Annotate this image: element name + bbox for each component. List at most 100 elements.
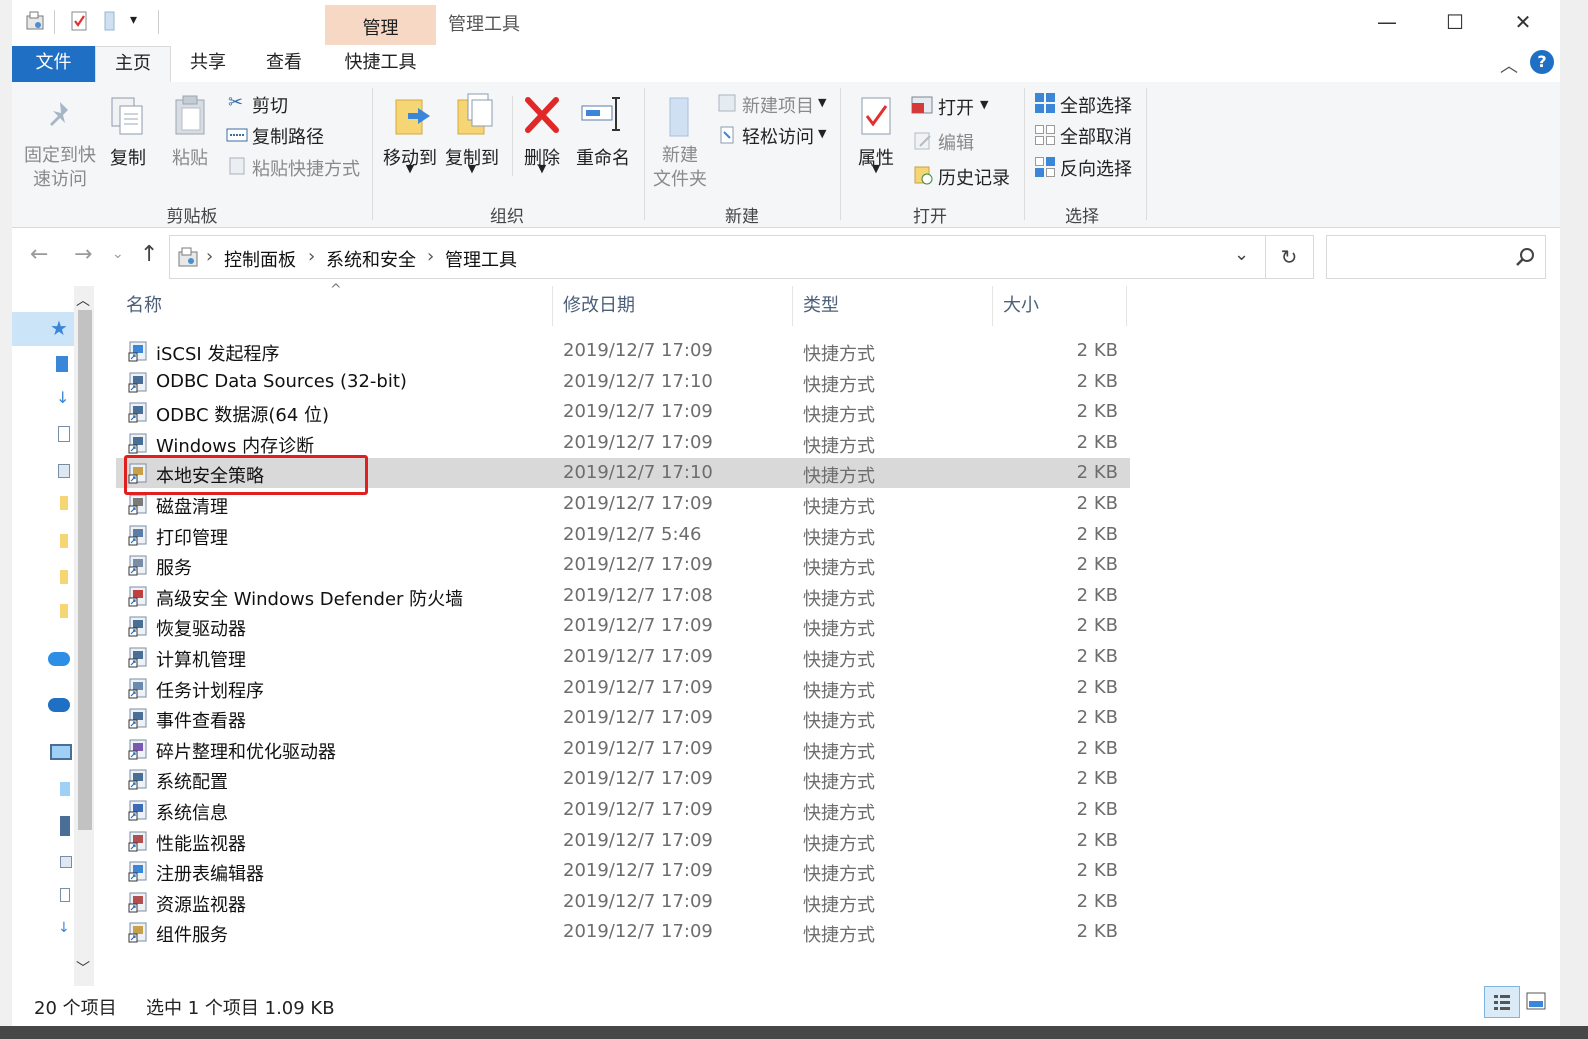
table-row[interactable]: 系统信息 2019/12/7 17:09 快捷方式 2 KB <box>116 795 1130 825</box>
table-row[interactable]: Windows 内存诊断 2019/12/7 17:09 快捷方式 2 KB <box>116 428 1130 458</box>
shortcut-file-icon <box>128 372 147 393</box>
search-icon[interactable] <box>1515 247 1535 267</box>
quick-access-star-icon[interactable]: ★ <box>50 316 68 340</box>
context-tab-manage[interactable]: 管理 <box>325 5 436 45</box>
table-row[interactable]: 性能监视器 2019/12/7 17:09 快捷方式 2 KB <box>116 826 1130 856</box>
onedrive-business-cloud-icon[interactable] <box>48 698 70 712</box>
tab-share[interactable]: 共享 <box>172 46 244 82</box>
table-row[interactable]: 服务 2019/12/7 17:09 快捷方式 2 KB <box>116 550 1130 580</box>
scroll-down-chevron-icon[interactable]: ﹀ <box>76 958 90 978</box>
table-row[interactable]: 系统配置 2019/12/7 17:09 快捷方式 2 KB <box>116 764 1130 794</box>
column-header-date[interactable]: 修改日期 <box>563 286 635 326</box>
table-row[interactable]: 高级安全 Windows Defender 防火墙 2019/12/7 17:08… <box>116 581 1130 611</box>
large-icons-view-button[interactable] <box>1522 988 1550 1014</box>
download-arrow-icon[interactable]: ↓ <box>58 920 70 936</box>
documents-icon[interactable] <box>60 888 70 902</box>
back-arrow-icon[interactable]: ← <box>30 242 48 267</box>
tab-view[interactable]: 查看 <box>248 46 320 82</box>
pin-label-2: 速访问 <box>33 169 87 190</box>
tab-shortcut-tools[interactable]: 快捷工具 <box>325 46 436 82</box>
breadcrumb-control-panel[interactable]: 控制面板 <box>224 246 296 272</box>
folder-icon[interactable] <box>60 570 68 584</box>
file-type: 快捷方式 <box>803 711 875 733</box>
customize-toolbar-dropdown-icon[interactable]: ▾ <box>130 12 137 28</box>
column-separator[interactable] <box>552 286 553 326</box>
pictures-icon[interactable] <box>58 464 70 478</box>
folder-icon[interactable] <box>60 604 68 618</box>
file-date: 2019/12/7 17:09 <box>563 615 713 637</box>
group-label-new: 新建 <box>725 207 759 227</box>
forward-arrow-icon[interactable]: → <box>74 242 92 267</box>
column-header-size[interactable]: 大小 <box>1003 286 1039 326</box>
close-button[interactable]: ✕ <box>1500 4 1546 40</box>
help-icon[interactable]: ? <box>1530 50 1554 74</box>
drive-icon[interactable] <box>60 816 70 836</box>
search-input[interactable] <box>1333 244 1507 270</box>
onedrive-cloud-icon[interactable] <box>48 652 70 666</box>
folder-icon[interactable] <box>60 534 68 548</box>
easy-access-dropdown-icon: ▼ <box>818 127 827 140</box>
download-arrow-icon[interactable]: ↓ <box>56 388 69 407</box>
table-row[interactable]: 组件服务 2019/12/7 17:09 快捷方式 2 KB <box>116 917 1130 947</box>
file-name: 组件服务 <box>156 925 228 947</box>
table-row[interactable]: 任务计划程序 2019/12/7 17:09 快捷方式 2 KB <box>116 673 1130 703</box>
this-pc-icon[interactable] <box>50 744 72 760</box>
library-icon[interactable] <box>60 856 72 868</box>
table-row[interactable]: 碎片整理和优化驱动器 2019/12/7 17:09 快捷方式 2 KB <box>116 734 1130 764</box>
table-row[interactable]: 打印管理 2019/12/7 5:46 快捷方式 2 KB <box>116 520 1130 550</box>
file-date: 2019/12/7 5:46 <box>563 523 702 545</box>
tab-file[interactable]: 文件 <box>12 46 95 82</box>
table-row[interactable]: 事件查看器 2019/12/7 17:09 快捷方式 2 KB <box>116 703 1130 733</box>
search-box[interactable] <box>1326 235 1546 279</box>
minimize-button[interactable]: — <box>1364 4 1410 40</box>
file-size: 2 KB <box>1076 340 1118 361</box>
details-view-button[interactable] <box>1484 986 1520 1018</box>
file-size: 2 KB <box>1076 737 1118 759</box>
address-history-chevron-icon[interactable]: ⌄ <box>1234 244 1249 265</box>
refresh-icon[interactable]: ↻ <box>1265 235 1314 279</box>
table-row[interactable]: 注册表编辑器 2019/12/7 17:09 快捷方式 2 KB <box>116 856 1130 886</box>
scroll-up-chevron-icon[interactable]: ︿ <box>76 290 90 310</box>
breadcrumb-admin-tools[interactable]: 管理工具 <box>445 246 517 272</box>
divider <box>158 10 159 34</box>
file-size: 2 KB <box>1076 860 1118 882</box>
desktop-icon[interactable] <box>56 356 68 372</box>
file-name: 打印管理 <box>156 527 228 549</box>
properties-quick-icon[interactable] <box>68 10 90 32</box>
explorer-app-icon[interactable] <box>24 10 46 32</box>
folder-icon[interactable] <box>60 496 68 510</box>
tab-home[interactable]: 主页 <box>95 46 171 83</box>
documents-icon[interactable] <box>58 426 70 442</box>
file-date: 2019/12/7 17:09 <box>563 554 713 576</box>
table-row[interactable]: 计算机管理 2019/12/7 17:09 快捷方式 2 KB <box>116 642 1130 672</box>
maximize-button[interactable]: ☐ <box>1432 4 1478 40</box>
large-icons-view-icon <box>1526 992 1546 1010</box>
new-folder-quick-icon[interactable] <box>100 10 122 32</box>
file-size: 2 KB <box>1076 554 1118 576</box>
shortcut-file-icon <box>128 402 147 423</box>
column-separator[interactable] <box>1126 286 1127 326</box>
group-label-clipboard: 剪贴板 <box>166 207 218 227</box>
breadcrumb-separator-icon: › <box>427 246 435 267</box>
column-header-type[interactable]: 类型 <box>803 286 839 326</box>
up-arrow-icon[interactable]: ↑ <box>140 242 158 267</box>
table-row[interactable]: 恢复驱动器 2019/12/7 17:09 快捷方式 2 KB <box>116 611 1130 641</box>
table-row[interactable]: ODBC 数据源(64 位) 2019/12/7 17:09 快捷方式 2 KB <box>116 397 1130 427</box>
recent-locations-chevron-icon[interactable]: ⌄ <box>112 246 124 262</box>
file-name: ODBC 数据源(64 位) <box>156 405 330 427</box>
address-bar[interactable]: › 控制面板 › 系统和安全 › 管理工具 ⌄ <box>169 235 1266 279</box>
drive-icon[interactable] <box>60 782 70 796</box>
copy-label: 复制 <box>110 148 146 169</box>
column-separator[interactable] <box>992 286 993 326</box>
file-name: 服务 <box>156 558 192 580</box>
table-row[interactable]: 资源监视器 2019/12/7 17:09 快捷方式 2 KB <box>116 887 1130 917</box>
nav-scrollbar-thumb[interactable] <box>78 310 92 830</box>
column-separator[interactable] <box>792 286 793 326</box>
breadcrumb-system-security[interactable]: 系统和安全 <box>326 246 416 272</box>
column-header-name[interactable]: 名称 <box>126 286 162 326</box>
collapse-ribbon-chevron-icon[interactable]: ︿ <box>1500 52 1518 78</box>
invert-selection-label: 反向选择 <box>1060 159 1132 180</box>
table-row[interactable]: iSCSI 发起程序 2019/12/7 17:09 快捷方式 2 KB <box>116 336 1130 366</box>
table-row[interactable]: ODBC Data Sources (32-bit) 2019/12/7 17:1… <box>116 367 1130 397</box>
file-type: 快捷方式 <box>803 558 875 580</box>
